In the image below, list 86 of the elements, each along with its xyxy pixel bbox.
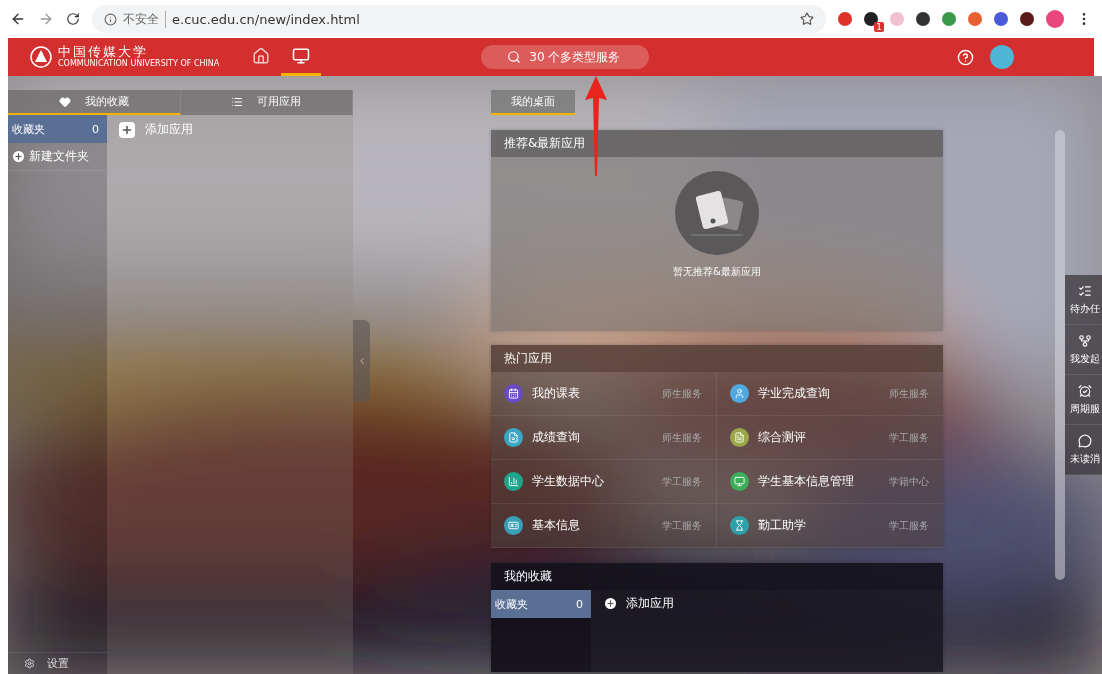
extension-icon[interactable] bbox=[864, 12, 878, 26]
chart-icon bbox=[508, 476, 519, 487]
app-item[interactable]: 学生基本信息管理 学籍中心 bbox=[717, 460, 943, 504]
desktop-tab[interactable]: 我的桌面 bbox=[491, 90, 575, 115]
empty-cards-icon bbox=[675, 171, 759, 255]
url-text: e.cuc.edu.cn/new/index.html bbox=[172, 11, 360, 27]
heart-icon bbox=[58, 95, 71, 108]
app-category: 学工服务 bbox=[889, 430, 929, 445]
info-icon bbox=[104, 12, 117, 26]
panel-tab[interactable]: 可用应用 bbox=[180, 90, 353, 115]
extension-icon[interactable] bbox=[916, 12, 930, 26]
folder-label: 收藏夹 bbox=[12, 121, 45, 137]
plus-icon bbox=[13, 151, 24, 162]
app-category: 学工服务 bbox=[662, 474, 702, 489]
plus-icon bbox=[605, 598, 616, 609]
app-name: 学生基本信息管理 bbox=[758, 473, 855, 490]
app-category: 师生服务 bbox=[662, 386, 702, 401]
branch-icon bbox=[1077, 333, 1092, 348]
app-item[interactable]: 综合测评 学工服务 bbox=[717, 416, 943, 460]
alarm-clock-icon bbox=[1077, 383, 1092, 398]
back-icon[interactable] bbox=[10, 11, 26, 27]
app-name: 成绩查询 bbox=[532, 429, 581, 446]
logo-name: 中国传媒大学 bbox=[58, 45, 149, 59]
card-title: 推荐&最新应用 bbox=[504, 135, 586, 152]
side-menu-item[interactable]: 未读消 bbox=[1065, 425, 1102, 475]
side-menu-item[interactable]: 待办任 bbox=[1065, 275, 1102, 325]
list-icon bbox=[231, 95, 244, 108]
id-card-icon bbox=[508, 520, 519, 531]
app-item[interactable]: 学业完成查询 师生服务 bbox=[717, 372, 943, 416]
card-title: 热门应用 bbox=[504, 350, 552, 367]
empty-message: 暂无推荐&最新应用 bbox=[673, 265, 761, 279]
folder-count: 0 bbox=[92, 122, 99, 136]
folder-count: 0 bbox=[576, 597, 583, 611]
app-item[interactable]: 勤工助学 学工服务 bbox=[717, 504, 943, 548]
app-category: 学工服务 bbox=[889, 518, 929, 533]
app-category: 师生服务 bbox=[662, 430, 702, 445]
folder-item[interactable]: 收藏夹 0 bbox=[8, 115, 107, 143]
side-menu-item[interactable]: 周期服 bbox=[1065, 375, 1102, 425]
bookmark-star-icon[interactable] bbox=[800, 12, 814, 26]
person-icon bbox=[734, 388, 745, 399]
folder-label: 收藏夹 bbox=[495, 596, 528, 612]
app-category: 学工服务 bbox=[662, 518, 702, 533]
document-icon bbox=[734, 432, 745, 443]
app-category: 学籍中心 bbox=[889, 474, 929, 489]
address-bar[interactable]: 不安全 e.cuc.edu.cn/new/index.html bbox=[92, 5, 826, 33]
app-name: 勤工助学 bbox=[758, 517, 807, 534]
emblem-icon bbox=[30, 46, 52, 68]
new-folder-button[interactable]: 新建文件夹 bbox=[8, 143, 107, 171]
app-category: 师生服务 bbox=[889, 386, 929, 401]
profile-avatar[interactable] bbox=[1046, 10, 1064, 28]
document-search-icon bbox=[508, 432, 519, 443]
monitor-icon bbox=[734, 476, 745, 487]
app-item[interactable]: 学生数据中心 学工服务 bbox=[491, 460, 717, 504]
list-icon bbox=[1077, 283, 1092, 298]
reload-icon[interactable] bbox=[66, 12, 80, 26]
home-icon bbox=[252, 46, 271, 65]
settings-button[interactable]: 设置 bbox=[8, 652, 107, 674]
hourglass-icon bbox=[734, 520, 745, 531]
extension-icon[interactable] bbox=[1020, 12, 1034, 26]
settings-icon bbox=[24, 658, 35, 669]
university-logo[interactable]: 中国传媒大学 COMMUNICATION UNIVERSITY OF CHINA bbox=[30, 45, 220, 69]
search-icon bbox=[507, 50, 522, 64]
app-item[interactable]: 基本信息 学工服务 bbox=[491, 504, 717, 548]
scrollbar[interactable] bbox=[1055, 130, 1065, 580]
security-label: 不安全 bbox=[123, 10, 166, 28]
monitor-icon bbox=[292, 46, 311, 65]
card-title: 我的收藏 bbox=[504, 568, 552, 585]
collapse-handle[interactable] bbox=[353, 320, 370, 402]
add-app-button[interactable]: 添加应用 bbox=[605, 595, 674, 612]
chat-bubble-icon bbox=[1077, 433, 1092, 448]
folder-item[interactable]: 收藏夹 0 bbox=[491, 590, 591, 618]
app-name: 我的课表 bbox=[532, 385, 581, 402]
app-item[interactable]: 我的课表 师生服务 bbox=[491, 372, 717, 416]
notification-badge: 1 bbox=[874, 22, 884, 32]
app-name: 综合测评 bbox=[758, 429, 807, 446]
logo-subtitle: COMMUNICATION UNIVERSITY OF CHINA bbox=[58, 59, 220, 69]
app-item[interactable]: 成绩查询 师生服务 bbox=[491, 416, 717, 460]
help-button[interactable] bbox=[957, 48, 974, 66]
service-search-button[interactable]: 30 个多类型服务 bbox=[481, 45, 650, 69]
forward-icon[interactable] bbox=[38, 11, 54, 27]
app-name: 学业完成查询 bbox=[758, 385, 831, 402]
calendar-icon bbox=[508, 388, 519, 399]
side-menu-item[interactable]: 我发起 bbox=[1065, 325, 1102, 375]
app-name: 基本信息 bbox=[532, 517, 581, 534]
panel-tab[interactable]: 我的收藏 bbox=[8, 90, 181, 115]
app-name: 学生数据中心 bbox=[532, 473, 605, 490]
